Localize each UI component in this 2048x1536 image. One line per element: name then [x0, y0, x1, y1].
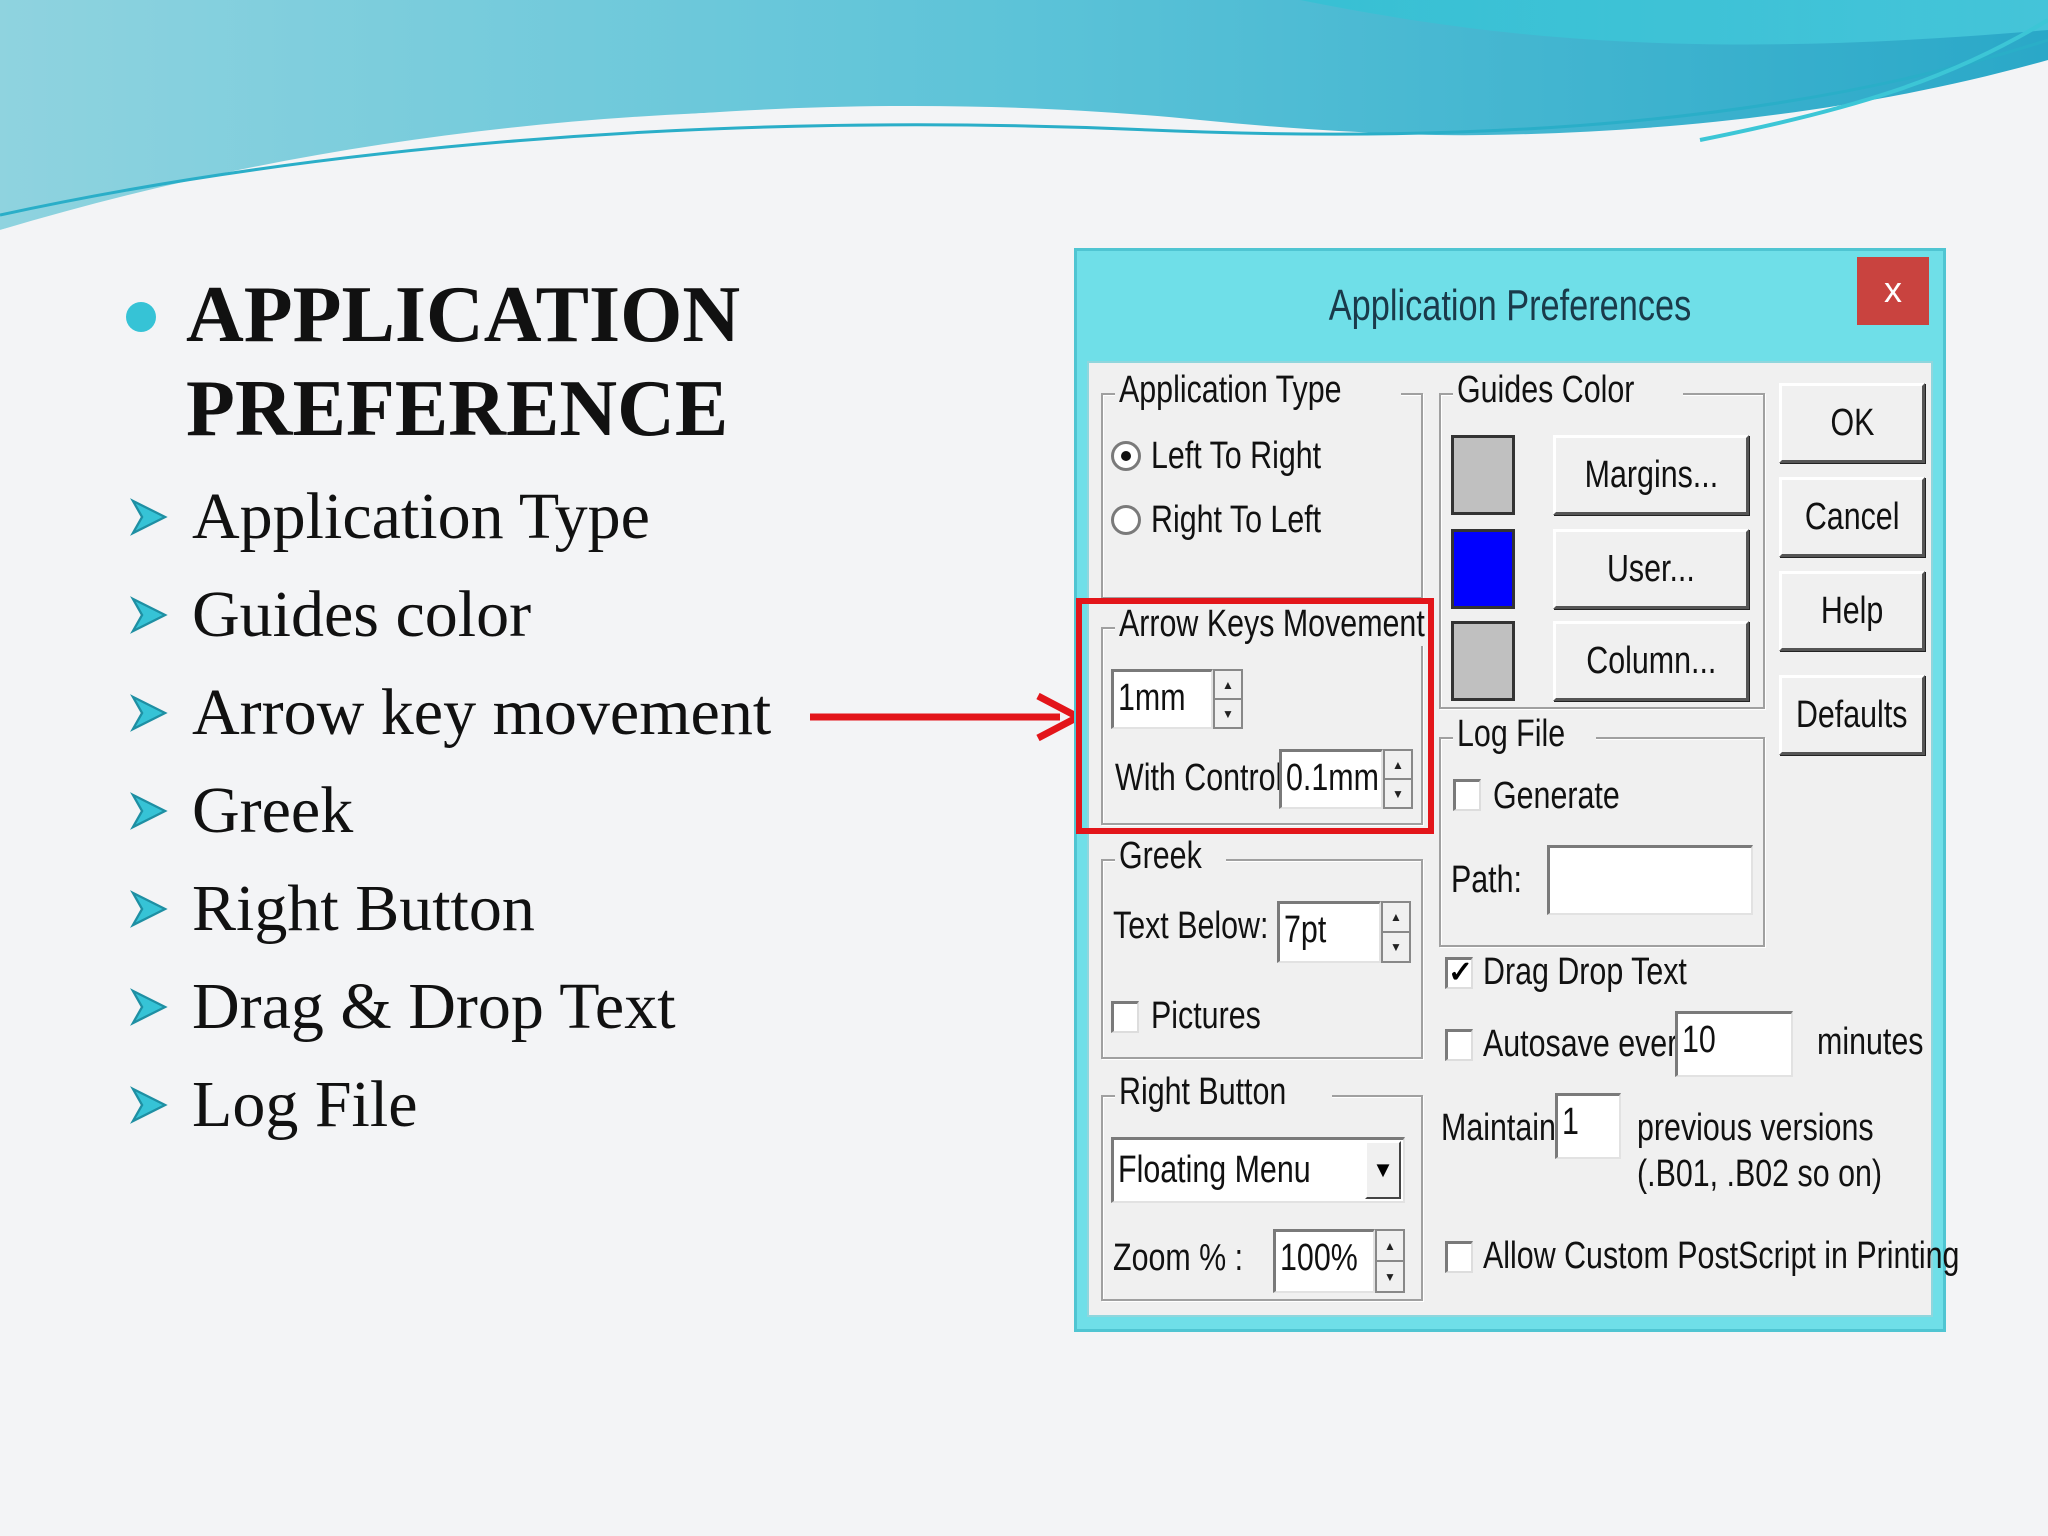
bullet-text: Guides color [192, 578, 532, 651]
minutes-label: minutes [1817, 1021, 1924, 1063]
radio-left-to-right[interactable] [1111, 441, 1141, 471]
group-title: Right Button [1115, 1071, 1333, 1114]
group-title: Greek [1115, 835, 1227, 878]
spin-down-icon[interactable]: ▼ [1383, 931, 1409, 961]
bullet-text: Greek [192, 774, 354, 847]
close-button[interactable]: x [1857, 257, 1929, 325]
bullet-text: Log File [192, 1068, 418, 1141]
margins-color-swatch[interactable] [1451, 435, 1515, 515]
bullet-text: Right Button [192, 872, 535, 945]
bullet-text: Application Type [192, 480, 650, 553]
list-item: Greek [126, 762, 771, 860]
group-title: Log File [1453, 713, 1597, 756]
slide-heading: APPLICATION PREFERENCE [186, 271, 741, 453]
list-item: Right Button [126, 860, 771, 958]
bullet-dot-icon [126, 302, 156, 332]
allow-postscript-checkbox[interactable] [1445, 1241, 1473, 1273]
previous-versions-label: previous versions [1637, 1107, 1874, 1149]
header-swoosh [0, 0, 2048, 240]
autosave-checkbox[interactable] [1445, 1029, 1473, 1061]
list-item: Guides color [126, 566, 771, 664]
right-button-select[interactable]: Floating Menu [1111, 1137, 1405, 1203]
user-color-swatch[interactable] [1451, 529, 1515, 609]
arrow-bullet-icon [130, 596, 168, 634]
zoom-spinner[interactable]: ▲ ▼ [1375, 1229, 1405, 1293]
bullet-list: Application Type Guides color Arrow key … [126, 468, 771, 1154]
path-label: Path: [1451, 859, 1522, 901]
slide-heading-row: APPLICATION PREFERENCE [126, 268, 886, 456]
bullet-text: Drag & Drop Text [192, 970, 676, 1043]
zoom-label: Zoom % : [1113, 1237, 1244, 1279]
column-color-swatch[interactable] [1451, 621, 1515, 701]
group-title: Application Type [1115, 369, 1402, 412]
arrow-bullet-icon [130, 988, 168, 1026]
list-item: Arrow key movement [126, 664, 771, 762]
log-file-group: Log File Generate Path: [1439, 713, 1765, 947]
list-item: Application Type [126, 468, 771, 566]
defaults-button[interactable]: Defaults [1779, 675, 1925, 755]
maintain-versions-input[interactable]: 1 [1555, 1093, 1621, 1159]
spin-down-icon[interactable]: ▼ [1377, 1260, 1403, 1291]
arrow-bullet-icon [130, 498, 168, 536]
application-type-group: Application Type Left To Right Right To … [1101, 369, 1423, 599]
user-button[interactable]: User... [1553, 529, 1749, 609]
backup-extension-label: (.B01, .B02 so on) [1637, 1153, 1883, 1195]
dropdown-arrow-icon[interactable]: ▼ [1365, 1141, 1401, 1199]
spin-up-icon[interactable]: ▲ [1383, 903, 1409, 931]
pictures-label: Pictures [1151, 995, 1261, 1037]
red-pointer-arrow-icon [810, 692, 1086, 742]
arrow-bullet-icon [130, 694, 168, 732]
spin-up-icon[interactable]: ▲ [1377, 1231, 1403, 1260]
path-input[interactable] [1547, 845, 1753, 915]
dialog-title: Application Preferences [1328, 281, 1692, 330]
arrow-bullet-icon [130, 890, 168, 928]
allow-postscript-label: Allow Custom PostScript in Printing [1483, 1235, 1960, 1277]
arrow-bullet-icon [130, 792, 168, 830]
radio-label: Right To Left [1151, 499, 1322, 541]
ok-button[interactable]: OK [1779, 383, 1925, 463]
zoom-input[interactable]: 100% [1273, 1229, 1375, 1293]
group-title: Guides Color [1453, 369, 1683, 412]
text-below-input[interactable]: 7pt [1277, 901, 1381, 963]
pictures-checkbox[interactable] [1111, 1001, 1139, 1033]
drag-drop-checkbox[interactable]: ✓ [1445, 957, 1473, 989]
generate-label: Generate [1493, 775, 1620, 817]
help-button[interactable]: Help [1779, 571, 1925, 651]
arrow-bullet-icon [130, 1086, 168, 1124]
dialog-client-area: Application Type Left To Right Right To … [1087, 361, 1959, 1317]
list-item: Drag & Drop Text [126, 958, 771, 1056]
radio-right-to-left[interactable] [1111, 505, 1141, 535]
arrow-keys-highlight-box [1076, 598, 1434, 834]
greek-group: Greek Text Below: 7pt ▲ ▼ Pictures [1101, 835, 1423, 1059]
bullet-text: Arrow key movement [192, 676, 772, 749]
cancel-button[interactable]: Cancel [1779, 477, 1925, 557]
list-item: Log File [126, 1056, 771, 1154]
margins-button[interactable]: Margins... [1553, 435, 1749, 515]
autosave-minutes-input[interactable]: 10 [1675, 1011, 1793, 1077]
guides-color-group: Guides Color Margins... User... Column..… [1439, 369, 1765, 709]
radio-selected-dot [1121, 451, 1131, 461]
right-button-group: Right Button Floating Menu ▼ Zoom % : 10… [1101, 1071, 1423, 1301]
drag-drop-label: Drag Drop Text [1483, 951, 1687, 993]
generate-checkbox[interactable] [1453, 779, 1481, 811]
text-below-spinner[interactable]: ▲ ▼ [1381, 901, 1411, 963]
radio-label: Left To Right [1151, 435, 1322, 477]
column-button[interactable]: Column... [1553, 621, 1749, 701]
